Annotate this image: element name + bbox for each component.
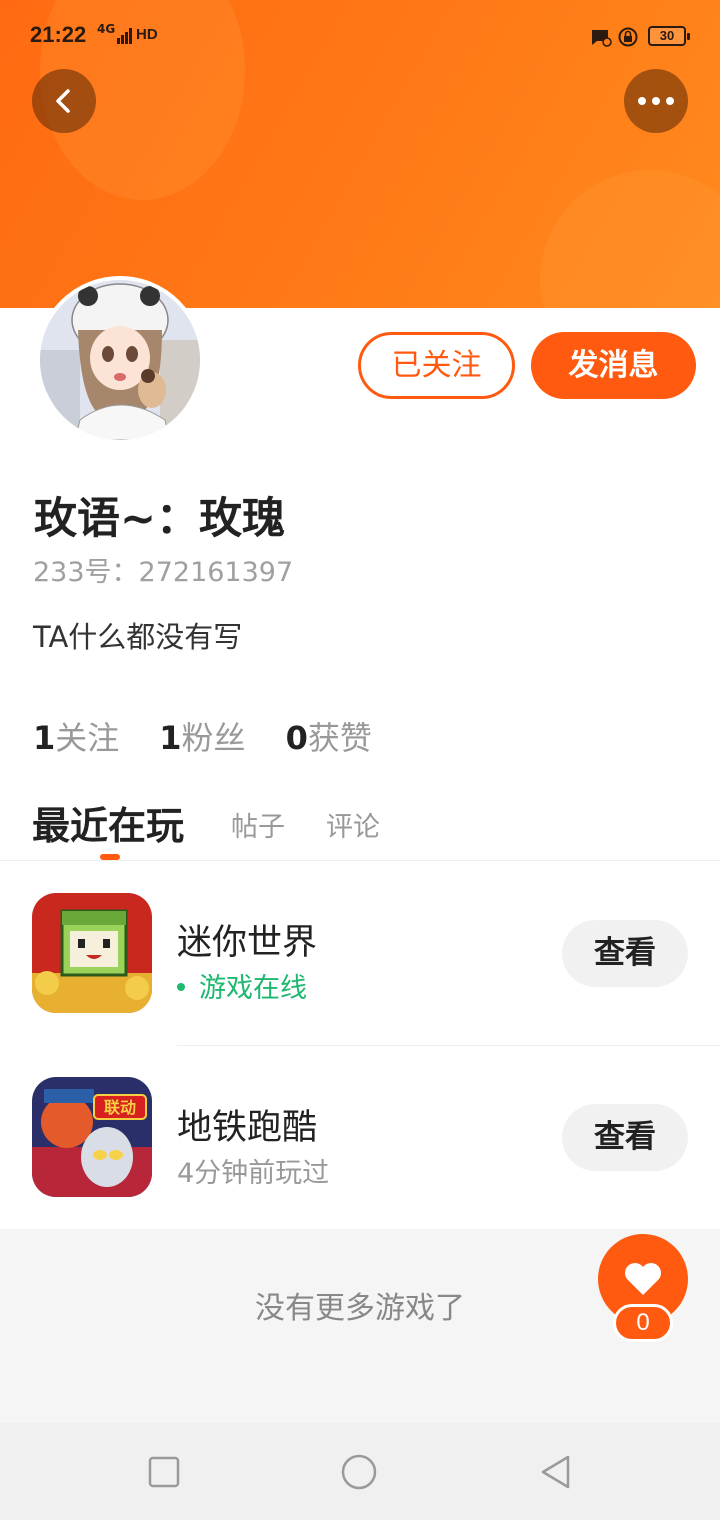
user-id: 233号：272161397 bbox=[33, 557, 294, 588]
rotation-lock-icon bbox=[618, 27, 638, 47]
system-navigation-bar bbox=[0, 1423, 720, 1520]
tab-posts[interactable]: 帖子 bbox=[231, 805, 285, 844]
tabs-divider bbox=[0, 860, 720, 861]
game-status-text: 游戏在线 bbox=[199, 973, 307, 1004]
tab-recently-played[interactable]: 最近在玩 bbox=[32, 795, 184, 850]
game-icon-mini-world bbox=[32, 893, 152, 1013]
user-name: 玫语~：玫瑰 bbox=[34, 494, 286, 544]
stat-label: 粉丝 bbox=[181, 719, 246, 757]
mini-world-icon bbox=[32, 893, 152, 1013]
stat-count: 1 bbox=[33, 719, 56, 757]
stat-likes[interactable]: 0获赞 bbox=[286, 713, 372, 759]
stat-following[interactable]: 1关注 bbox=[33, 713, 119, 759]
game-item[interactable]: 联动 地铁跑酷 4分钟前玩过 查看 bbox=[0, 1065, 720, 1215]
notification-icon bbox=[592, 30, 612, 47]
header-decoration bbox=[540, 170, 720, 308]
profile-stats: 1关注 1粉丝 0获赞 bbox=[33, 713, 412, 759]
list-divider bbox=[177, 1045, 720, 1046]
status-time: 21:22 bbox=[30, 22, 87, 47]
game-title: 迷你世界 bbox=[177, 923, 318, 963]
stat-followers[interactable]: 1粉丝 bbox=[159, 713, 245, 759]
chevron-left-icon bbox=[56, 89, 70, 113]
stat-count: 0 bbox=[285, 719, 308, 757]
user-avatar[interactable] bbox=[36, 276, 204, 444]
user-bio: TA什么都没有写 bbox=[33, 620, 243, 654]
status-bar: 21:22 4G HD 30 bbox=[0, 18, 720, 58]
profile-header-banner: 21:22 4G HD 30 bbox=[0, 0, 720, 308]
send-message-button[interactable]: 发消息 bbox=[531, 332, 696, 399]
game-status-online: 游戏在线 bbox=[177, 966, 307, 1005]
avatar-image bbox=[40, 280, 200, 440]
battery-indicator: 30 bbox=[648, 26, 690, 46]
game-badge: 联动 bbox=[104, 1098, 136, 1117]
like-count-badge: 0 bbox=[613, 1304, 673, 1342]
view-game-button[interactable]: 查看 bbox=[562, 920, 688, 987]
tab-comments[interactable]: 评论 bbox=[326, 805, 380, 844]
game-last-played: 4分钟前玩过 bbox=[177, 1158, 330, 1189]
view-game-button[interactable]: 查看 bbox=[562, 1104, 688, 1171]
followed-button[interactable]: 已关注 bbox=[358, 332, 515, 399]
game-icon-subway-surfers: 联动 bbox=[32, 1077, 152, 1197]
online-dot bbox=[177, 982, 185, 991]
network-type: 4G bbox=[97, 22, 116, 36]
more-options-button[interactable] bbox=[624, 69, 688, 133]
hd-indicator: HD bbox=[136, 26, 158, 43]
home-icon[interactable] bbox=[340, 1453, 378, 1491]
game-item[interactable]: 迷你世界 游戏在线 查看 bbox=[0, 880, 720, 1030]
stat-label: 获赞 bbox=[307, 719, 372, 757]
subway-surfers-icon: 联动 bbox=[32, 1077, 152, 1197]
recent-apps-icon[interactable] bbox=[145, 1453, 183, 1491]
game-title: 地铁跑酷 bbox=[177, 1108, 318, 1148]
heart-icon bbox=[625, 1263, 661, 1295]
signal-icon bbox=[117, 28, 132, 44]
stat-label: 关注 bbox=[55, 719, 120, 757]
stat-count: 1 bbox=[159, 719, 182, 757]
back-button[interactable] bbox=[32, 69, 96, 133]
more-dots-icon bbox=[638, 97, 674, 105]
back-nav-icon[interactable] bbox=[537, 1453, 575, 1491]
